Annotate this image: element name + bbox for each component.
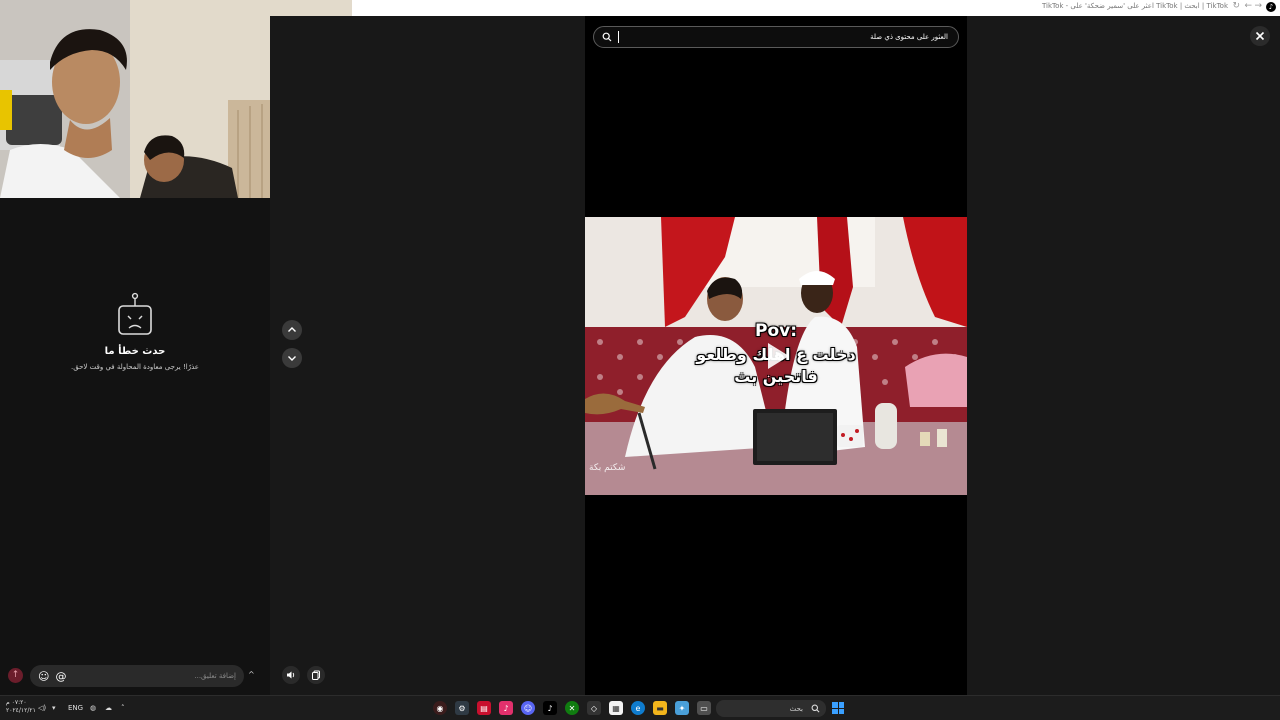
forward-icon[interactable]: →: [1254, 1, 1262, 11]
browser-tab-title[interactable]: TikTok | ابحث | TikTok اعثر على 'سمير ضح…: [1042, 2, 1228, 10]
previous-video-button[interactable]: [282, 320, 302, 340]
tiktok-icon[interactable]: ♪: [543, 701, 557, 715]
speaker-icon[interactable]: ◁): [38, 704, 46, 712]
discord-icon[interactable]: ☺: [521, 701, 535, 715]
browser-top-strip: TikTok | ابحث | TikTok اعثر على 'سمير ضح…: [352, 0, 1280, 16]
app-icon-social[interactable]: ♪: [499, 701, 513, 715]
app-icon-widget[interactable]: ✦: [675, 701, 689, 715]
emoji-icon[interactable]: ☺: [38, 670, 49, 683]
onedrive-icon[interactable]: ☁: [105, 704, 112, 712]
right-empty-panel: [967, 16, 1280, 695]
task-view-icon[interactable]: ▭: [697, 701, 711, 715]
taskbar-clock[interactable]: ٠٧:٢٠ م ٢٠٢٤/١٢/٢١: [6, 699, 36, 715]
copy-icon: [312, 670, 320, 680]
error-message: عذرًا! يرجى معاودة المحاولة في وقت لاحق.: [71, 363, 199, 371]
expand-comments-icon[interactable]: ^: [248, 670, 255, 679]
comments-error-state: حدث خطأ ما عذرًا! يرجى معاودة المحاولة ف…: [0, 292, 270, 371]
comments-panel: [0, 198, 270, 695]
app-icon-news[interactable]: ▤: [477, 701, 491, 715]
search-input[interactable]: العثور على محتوى ذي صلة: [619, 33, 950, 41]
taskbar-search-icon: [811, 704, 820, 713]
navigation-panel: [270, 16, 585, 695]
taskbar-search-label: بحث: [789, 704, 803, 713]
edge-icon[interactable]: e: [631, 701, 645, 715]
search-bar[interactable]: العثور على محتوى ذي صلة: [593, 26, 959, 48]
caption-line-1: Pov:: [754, 321, 798, 341]
taskbar-date: ٢٠٢٤/١٢/٢١: [6, 707, 36, 714]
store-icon[interactable]: ▦: [609, 701, 623, 715]
chevron-down-icon: [288, 356, 296, 361]
next-video-button[interactable]: [282, 348, 302, 368]
taskbar-search[interactable]: بحث: [716, 700, 826, 717]
send-comment-button[interactable]: ↑: [8, 668, 23, 683]
reload-icon[interactable]: ↻: [1232, 1, 1240, 11]
volume-button[interactable]: [282, 666, 300, 684]
copy-link-button[interactable]: [307, 666, 325, 684]
settings-icon[interactable]: ⚙: [455, 701, 469, 715]
close-icon: [1255, 31, 1265, 41]
play-icon[interactable]: [765, 341, 791, 371]
xbox-icon[interactable]: ✕: [565, 701, 579, 715]
chevron-up-icon: [288, 327, 296, 332]
search-icon[interactable]: [602, 32, 612, 42]
windows-taskbar: ٠٧:٢٠ م ٢٠٢٤/١٢/٢١ ◁) ▾ ENG ◍ ☁ ˄ ◉ ⚙ ▤ …: [0, 695, 1280, 720]
mention-icon[interactable]: @: [55, 670, 66, 683]
back-icon[interactable]: ←: [1244, 1, 1252, 11]
error-title: حدث خطأ ما: [104, 346, 166, 357]
robot-error-icon: [118, 292, 152, 335]
start-menu-icon[interactable]: [832, 702, 844, 714]
microphone-icon[interactable]: ◍: [90, 704, 96, 712]
app-icon-box[interactable]: ◇: [587, 701, 601, 715]
video-frame[interactable]: Pov: دخلت ع اهلك وطلعو فاتحين بث شكتم بك…: [585, 217, 967, 495]
taskbar-time: ٠٧:٢٠ م: [6, 699, 27, 706]
volume-icon: [287, 671, 295, 679]
file-explorer-icon[interactable]: ▬: [653, 701, 667, 715]
tiktok-favicon-icon: ♪: [1266, 2, 1276, 12]
comment-input[interactable]: ☺ @ إضافة تعليق...: [30, 665, 244, 687]
close-video-button[interactable]: [1250, 26, 1270, 46]
comment-placeholder[interactable]: إضافة تعليق...: [72, 672, 236, 680]
video-watermark: شكتم بكة: [589, 463, 626, 473]
video-player[interactable]: العثور على محتوى ذي صلة Pov: دخلت ع وطلع…: [585, 16, 967, 695]
app-icon-1[interactable]: ◉: [433, 701, 447, 715]
volume-caret-icon[interactable]: ▾: [52, 704, 56, 712]
tray-overflow-icon[interactable]: ˄: [121, 704, 125, 712]
language-indicator[interactable]: ENG: [68, 704, 83, 712]
